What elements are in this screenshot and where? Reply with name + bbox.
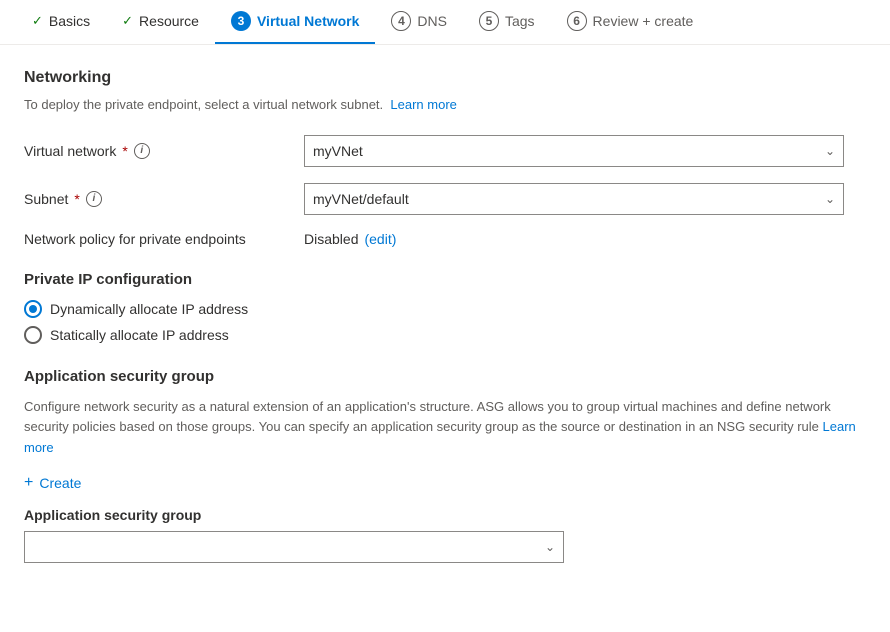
asg-description: Configure network security as a natural … [24, 397, 866, 459]
asg-chevron-icon: ⌄ [545, 540, 555, 554]
subnet-label: Subnet * i [24, 191, 304, 207]
tags-tab-number: 5 [479, 11, 499, 31]
subnet-control: myVNet/default ⌄ [304, 183, 844, 215]
static-ip-radio-button[interactable] [24, 326, 42, 344]
tab-virtual-network[interactable]: 3 Virtual Network [215, 0, 375, 44]
dynamic-ip-radio-inner [29, 305, 37, 313]
dns-tab-number: 4 [391, 11, 411, 31]
virtual-network-info-icon[interactable]: i [134, 143, 150, 159]
tab-dns-label: DNS [417, 13, 447, 29]
ip-allocation-radio-group: Dynamically allocate IP address Statical… [24, 300, 866, 344]
networking-learn-more-link[interactable]: Learn more [390, 97, 456, 112]
dynamic-ip-label: Dynamically allocate IP address [50, 301, 248, 317]
network-policy-row: Network policy for private endpoints Dis… [24, 231, 866, 247]
plus-icon: + [24, 475, 33, 491]
tab-resource-label: Resource [139, 13, 199, 29]
subnet-required: * [74, 191, 79, 207]
virtual-network-row: Virtual network * i myVNet ⌄ [24, 135, 866, 167]
virtual-network-value: myVNet [313, 143, 363, 159]
resource-check-icon: ✓ [122, 13, 133, 29]
network-policy-value-group: Disabled (edit) [304, 231, 396, 247]
tab-tags-label: Tags [505, 13, 535, 29]
virtual-network-control: myVNet ⌄ [304, 135, 844, 167]
dynamic-ip-radio-item[interactable]: Dynamically allocate IP address [24, 300, 866, 318]
tab-virtual-network-label: Virtual Network [257, 13, 359, 29]
virtual-network-label: Virtual network * i [24, 143, 304, 159]
tab-basics-label: Basics [49, 13, 90, 29]
tab-dns[interactable]: 4 DNS [375, 0, 463, 44]
network-policy-label: Network policy for private endpoints [24, 231, 304, 247]
subnet-chevron-icon: ⌄ [825, 192, 835, 206]
subnet-value: myVNet/default [313, 191, 409, 207]
asg-select[interactable]: ⌄ [24, 531, 564, 563]
networking-description: To deploy the private endpoint, select a… [24, 95, 866, 115]
virtual-network-required: * [122, 143, 127, 159]
asg-create-label: Create [39, 475, 81, 491]
tab-review-create[interactable]: 6 Review + create [551, 0, 710, 44]
basics-check-icon: ✓ [32, 13, 43, 29]
asg-create-button[interactable]: + Create [24, 475, 81, 491]
dynamic-ip-radio-button[interactable] [24, 300, 42, 318]
static-ip-radio-item[interactable]: Statically allocate IP address [24, 326, 866, 344]
virtual-network-tab-number: 3 [231, 11, 251, 31]
subnet-row: Subnet * i myVNet/default ⌄ [24, 183, 866, 215]
tab-review-create-label: Review + create [593, 13, 694, 29]
network-policy-edit-link[interactable]: (edit) [364, 231, 396, 247]
tab-tags[interactable]: 5 Tags [463, 0, 551, 44]
asg-field-label: Application security group [24, 507, 866, 523]
virtual-network-chevron-icon: ⌄ [825, 144, 835, 158]
network-policy-value: Disabled [304, 231, 358, 247]
virtual-network-select[interactable]: myVNet ⌄ [304, 135, 844, 167]
private-ip-section-title: Private IP configuration [24, 271, 866, 288]
main-content: Networking To deploy the private endpoin… [0, 45, 890, 587]
tab-resource[interactable]: ✓ Resource [106, 0, 215, 44]
wizard-tab-bar: ✓ Basics ✓ Resource 3 Virtual Network 4 … [0, 0, 890, 45]
static-ip-label: Statically allocate IP address [50, 327, 229, 343]
tab-basics[interactable]: ✓ Basics [16, 0, 106, 44]
subnet-select[interactable]: myVNet/default ⌄ [304, 183, 844, 215]
asg-section-title: Application security group [24, 368, 866, 385]
review-tab-number: 6 [567, 11, 587, 31]
networking-section-title: Networking [24, 69, 866, 87]
subnet-info-icon[interactable]: i [86, 191, 102, 207]
